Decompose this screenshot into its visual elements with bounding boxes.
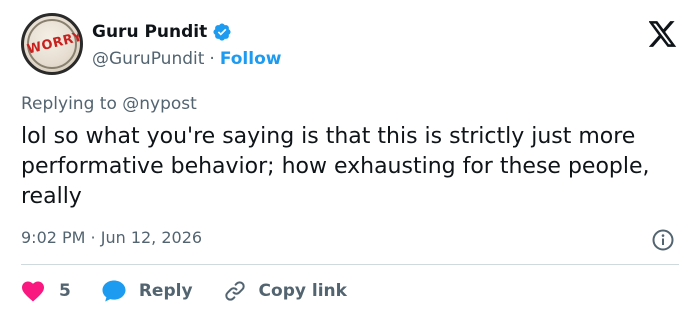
link-icon bbox=[224, 281, 245, 301]
info-icon[interactable] bbox=[651, 228, 675, 252]
copy-link-label: Copy link bbox=[258, 281, 347, 301]
tweet-text: lol so what you're saying is that this i… bbox=[21, 124, 650, 209]
reply-button[interactable]: Reply bbox=[101, 279, 193, 303]
follow-button[interactable]: Follow bbox=[220, 49, 282, 69]
reply-label: Reply bbox=[138, 281, 193, 301]
action-bar: 5 Reply Copy link bbox=[21, 276, 347, 306]
tweet-timestamp[interactable]: 9:02 PM · Jun 12, 2026 bbox=[21, 228, 202, 247]
reply-bubble-icon bbox=[102, 280, 126, 302]
avatar[interactable]: WORRY bbox=[21, 13, 83, 75]
author-handle-row: @GuruPundit · Follow bbox=[92, 47, 281, 71]
handle-separator: · bbox=[209, 49, 215, 69]
verified-badge-icon bbox=[213, 23, 231, 41]
author-display-name[interactable]: Guru Pundit bbox=[92, 22, 207, 42]
tweet-card: WORRY Guru Pundit @GuruPundit · Follow R… bbox=[0, 0, 700, 318]
like-count: 5 bbox=[59, 281, 71, 301]
copy-link-button[interactable]: Copy link bbox=[223, 279, 347, 303]
replying-to-label: Replying to @nypost bbox=[21, 94, 197, 114]
author-name-row: Guru Pundit bbox=[92, 20, 232, 44]
author-handle[interactable]: @GuruPundit bbox=[92, 49, 204, 69]
like-button[interactable]: 5 bbox=[21, 280, 71, 302]
x-logo-icon[interactable] bbox=[649, 21, 677, 47]
heart-icon bbox=[22, 281, 44, 302]
divider bbox=[21, 264, 679, 265]
